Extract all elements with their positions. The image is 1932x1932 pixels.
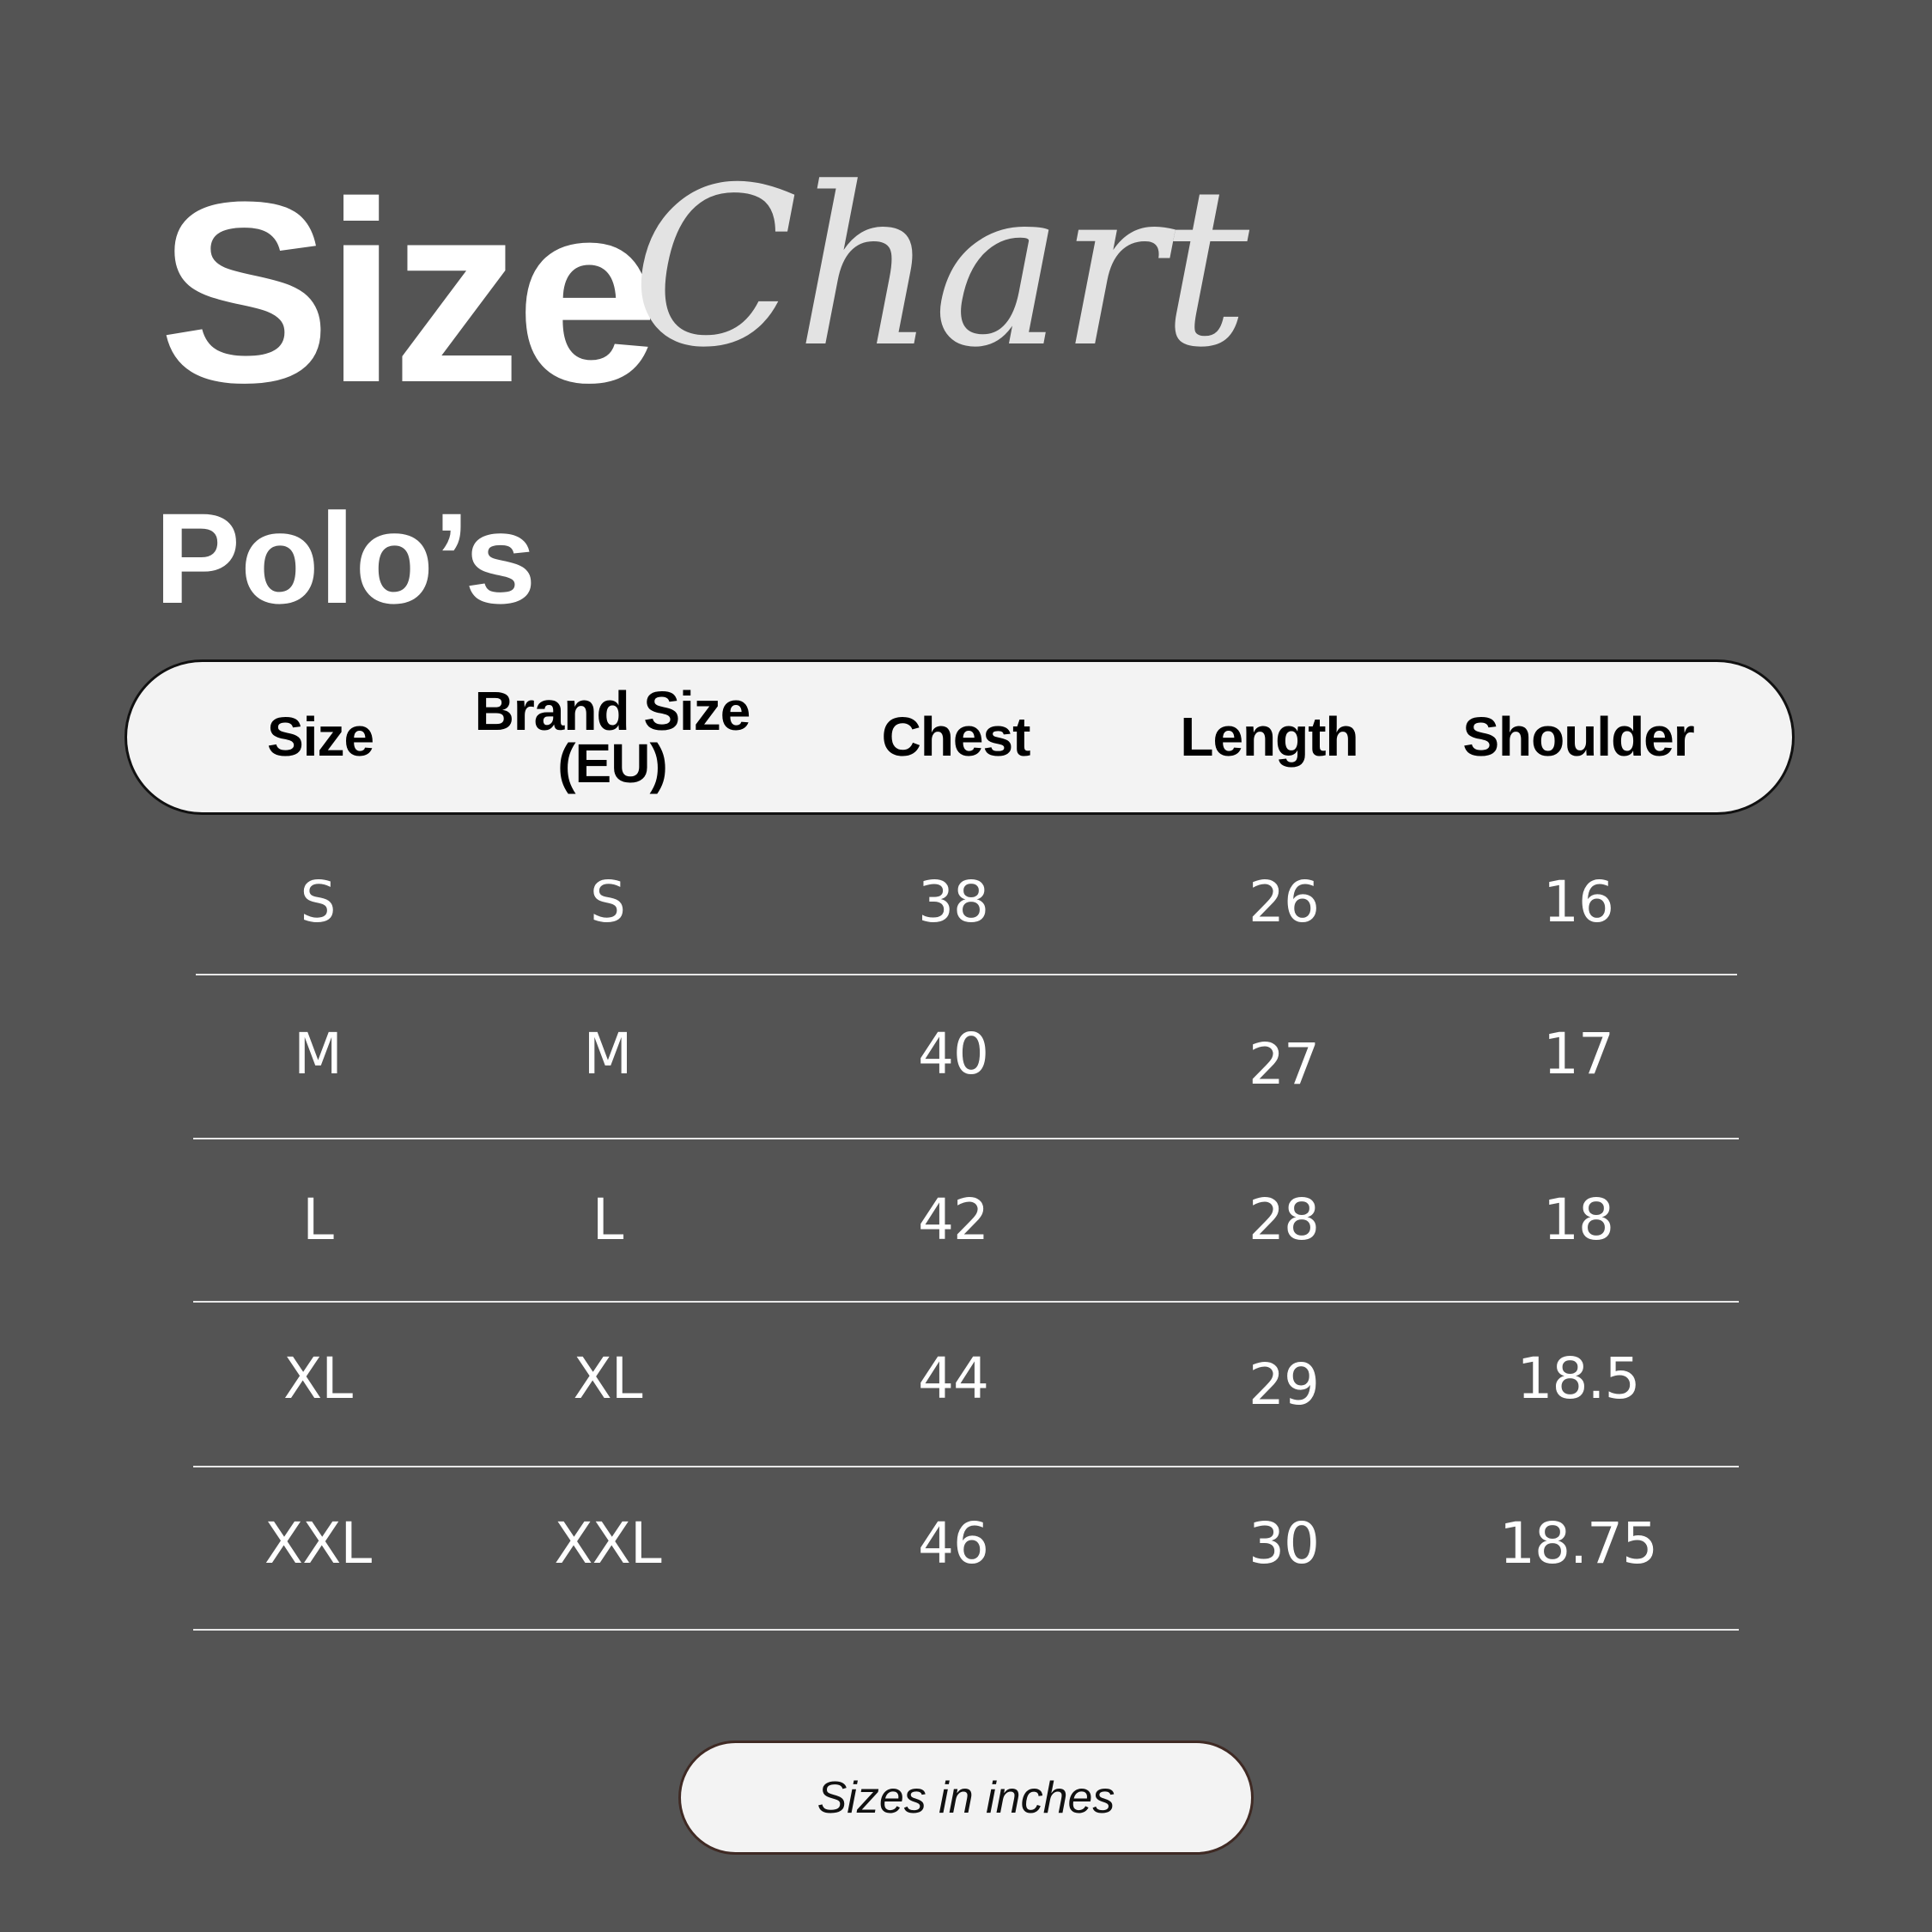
header-chest: Chest [881,706,1031,769]
cell-length: 28 [1249,1186,1320,1253]
cell-length: 30 [1249,1510,1320,1577]
cell-chest: 44 [918,1345,989,1412]
cell-chest: 40 [918,1020,989,1087]
cell-shoulder: 18.75 [1499,1510,1658,1577]
category-title: Polo’s [155,486,537,630]
table-row: M M 40 27 17 [0,972,1932,1135]
cell-length: 27 [1249,1030,1320,1097]
table-row: XXL XXL 46 30 18.75 [0,1461,1932,1625]
title-size-word: Size [159,148,659,436]
cell-shoulder: 16 [1543,868,1614,935]
cell-chest: 46 [918,1510,989,1577]
row-divider [193,1629,1739,1631]
cell-length: 29 [1249,1351,1320,1418]
cell-brand-size: XXL [554,1510,661,1577]
cell-chest: 38 [918,868,989,935]
header-brand-size-line2: (EU) [557,732,668,794]
cell-brand-size: M [583,1020,633,1087]
cell-brand-size: S [590,868,626,935]
header-shoulder: Shoulder [1462,706,1694,769]
header-brand-size: Brand Size (EU) [432,662,793,812]
header-brand-size-line1: Brand Size [474,679,751,742]
title-chart-word: Chart [631,141,1249,396]
cell-shoulder: 18.5 [1516,1345,1641,1412]
cell-shoulder: 17 [1543,1020,1614,1087]
table-row: L L 42 28 18 [0,1138,1932,1301]
cell-shoulder: 18 [1543,1186,1614,1253]
cell-chest: 42 [918,1186,989,1253]
table-row: S S 38 26 16 [0,820,1932,983]
cell-brand-size: XL [573,1345,643,1412]
table-header: Size Brand Size (EU) Chest Length Should… [125,659,1795,815]
table-row: XL XL 44 29 18.5 [0,1297,1932,1460]
cell-brand-size: L [592,1186,624,1253]
cell-length: 26 [1249,868,1320,935]
units-note-pill: Sizes in inches [678,1741,1254,1855]
units-note: Sizes in inches [817,1772,1115,1823]
header-length: Length [1180,706,1358,769]
